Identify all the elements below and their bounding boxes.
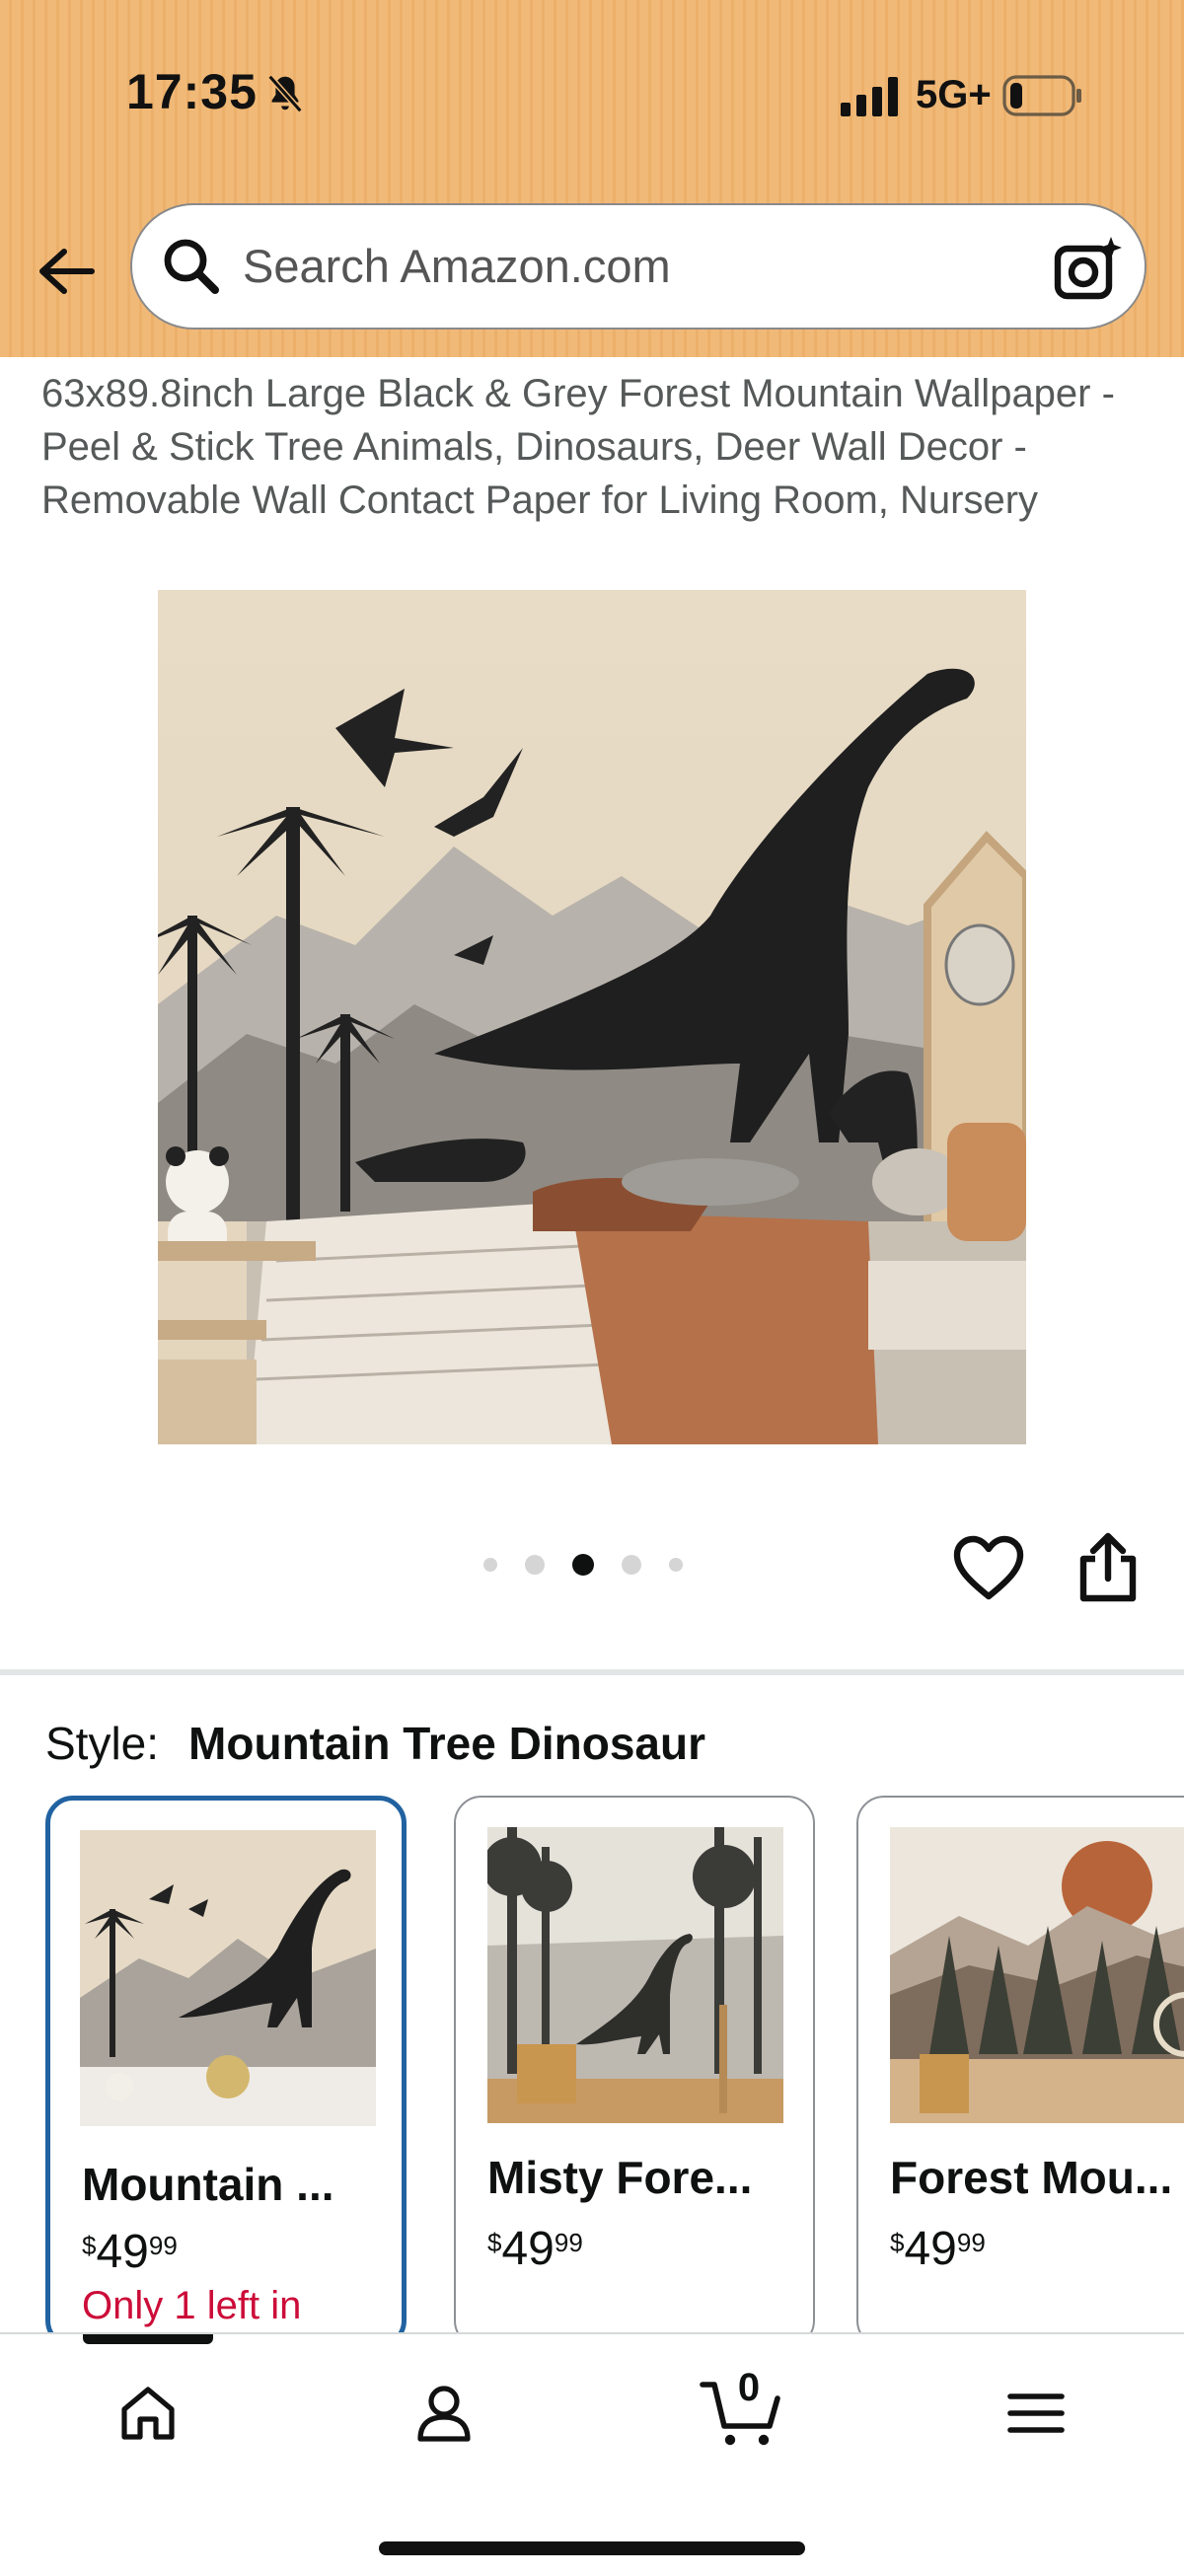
account-icon <box>417 2386 471 2442</box>
bell-slash-icon <box>267 74 303 113</box>
menu-icon <box>1007 2393 1065 2433</box>
style-option-card[interactable]: Forest Mou... $4999 <box>856 1796 1184 2348</box>
style-option-thumbnail <box>487 1827 783 2123</box>
style-option-price: $4999 <box>487 2223 583 2275</box>
style-selected-value: Mountain Tree Dinosaur <box>188 1718 705 1769</box>
search-icon <box>164 239 219 294</box>
home-indicator-bar <box>379 2541 805 2555</box>
pagination-dot[interactable] <box>622 1555 641 1575</box>
status-time: 17:35 <box>126 64 258 119</box>
nav-account[interactable] <box>405 2374 483 2453</box>
search-placeholder: Search Amazon.com <box>243 240 671 292</box>
camera-icon[interactable] <box>1052 233 1123 304</box>
style-label: Style: <box>45 1718 160 1769</box>
style-option-name: Mountain ... <box>82 2159 334 2210</box>
style-option-thumbnail <box>890 1827 1184 2123</box>
network-label: 5G+ <box>916 73 992 116</box>
style-option-name: Forest Mou... <box>890 2152 1173 2203</box>
app-header: 17:35 5G+ Search Amazon.com <box>0 0 1184 357</box>
cart-count: 0 <box>737 2366 761 2409</box>
nav-home[interactable] <box>109 2374 187 2453</box>
share-icon[interactable] <box>1075 1531 1141 1602</box>
pagination-dot[interactable] <box>525 1555 545 1575</box>
style-option-price: $4999 <box>890 2223 986 2275</box>
nav-menu[interactable] <box>997 2374 1075 2453</box>
style-option-name: Misty Fore... <box>487 2152 753 2203</box>
back-arrow-icon <box>39 249 95 294</box>
bottom-navigation: 0 <box>0 2332 1184 2576</box>
style-option-price: $4999 <box>82 2226 178 2278</box>
stock-warning: Only 1 left in <box>82 2284 302 2327</box>
heart-icon[interactable] <box>953 1535 1024 1602</box>
pagination-dot[interactable] <box>483 1558 497 1572</box>
active-tab-indicator <box>83 2334 213 2344</box>
image-pagination-dots <box>483 1554 683 1576</box>
signal-bars-icon <box>841 77 898 116</box>
back-button[interactable] <box>30 239 103 304</box>
pagination-dot-active[interactable] <box>572 1554 594 1576</box>
product-title: 63x89.8inch Large Black & Grey Forest Mo… <box>41 372 1115 522</box>
style-option-thumbnail <box>80 1830 376 2126</box>
section-divider <box>0 1669 1184 1675</box>
pagination-dot[interactable] <box>669 1558 683 1572</box>
search-input[interactable]: Search Amazon.com <box>130 203 1147 330</box>
product-image[interactable] <box>158 590 1026 1444</box>
style-heading: Style: Mountain Tree Dinosaur <box>45 1717 705 1770</box>
battery-icon <box>1002 75 1081 116</box>
style-option-card[interactable]: Misty Fore... $4999 <box>454 1796 815 2348</box>
style-option-card[interactable]: Mountain ... $4999 Only 1 left in <box>45 1796 407 2348</box>
home-icon <box>121 2387 175 2440</box>
